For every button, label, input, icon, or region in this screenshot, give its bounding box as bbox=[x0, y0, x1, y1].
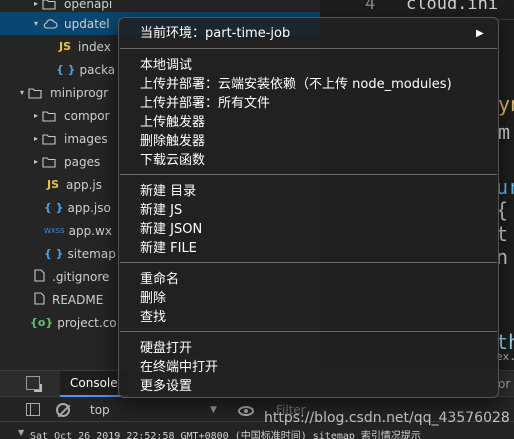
tree-item-label: app.jso bbox=[67, 200, 111, 215]
menu-separator bbox=[120, 174, 497, 175]
tree-item[interactable]: { } app.jso bbox=[0, 196, 111, 219]
tree-item[interactable]: { } sitemap bbox=[0, 242, 116, 265]
tree-item-label: app.js bbox=[66, 177, 102, 192]
tree-item-label: compor bbox=[64, 108, 110, 123]
tree-item[interactable]: JS index bbox=[0, 35, 111, 58]
cloud-folder-icon bbox=[42, 18, 60, 30]
chevron-down-icon[interactable]: ▼ bbox=[210, 405, 217, 415]
tree-item[interactable]: WXSS app.wx bbox=[0, 219, 112, 242]
json-file-icon: { } bbox=[56, 63, 76, 76]
devtools-window: ▸ openapi ▾ updatel JS index{ } packa ▾ miniprog… bbox=[0, 0, 514, 439]
menu-item[interactable]: 删除 bbox=[140, 289, 166, 308]
context-selector[interactable]: top bbox=[90, 403, 110, 417]
clear-console-icon[interactable] bbox=[56, 403, 70, 417]
tree-item-label: packa bbox=[79, 62, 116, 77]
menu-item[interactable]: 删除触发器 bbox=[140, 132, 205, 151]
tree-item[interactable]: ▾ miniprogr bbox=[0, 81, 108, 104]
folder-icon bbox=[42, 110, 60, 122]
submenu-arrow-icon: ▶ bbox=[476, 28, 484, 39]
chevron-right-icon[interactable]: ▸ bbox=[30, 111, 42, 120]
menu-item-current-env[interactable]: 当前环境：part-time-job bbox=[140, 24, 290, 43]
tree-item[interactable]: .gitignore bbox=[0, 265, 109, 288]
code-line: cloud.ini bbox=[406, 0, 499, 14]
tree-item[interactable]: JS app.js bbox=[0, 173, 102, 196]
chevron-down-icon[interactable]: ▾ bbox=[16, 88, 28, 97]
folder-icon bbox=[42, 156, 60, 168]
menu-separator bbox=[120, 48, 497, 49]
menu-item[interactable]: 上传并部署：所有文件 bbox=[140, 94, 270, 113]
tree-item-label: images bbox=[64, 131, 108, 146]
tree-item-label: index bbox=[78, 39, 111, 54]
tree-item[interactable]: README bbox=[0, 288, 103, 311]
json-file-icon: { } bbox=[44, 201, 64, 214]
js-file-icon: JS bbox=[46, 178, 59, 191]
inspect-icon[interactable] bbox=[26, 376, 42, 392]
tree-item-label: updatel bbox=[64, 16, 110, 31]
file-icon bbox=[30, 291, 48, 308]
menu-item[interactable]: 上传并部署：云端安装依赖（不上传 node_modules) bbox=[140, 75, 452, 94]
eye-icon[interactable] bbox=[238, 406, 254, 416]
gear-file-icon: {o} bbox=[30, 316, 54, 329]
menu-item[interactable]: 查找 bbox=[140, 308, 166, 327]
menu-item[interactable]: 上传触发器 bbox=[140, 113, 205, 132]
tree-item[interactable]: {o} project.co bbox=[0, 311, 117, 334]
tree-item[interactable]: ▸ compor bbox=[0, 104, 110, 127]
menu-item[interactable]: 新建 JS bbox=[140, 201, 182, 220]
file-icon bbox=[30, 268, 48, 285]
code-fragment: m bbox=[498, 120, 511, 144]
line-number: 4 bbox=[365, 0, 376, 14]
chevron-right-icon[interactable]: ▸ bbox=[30, 0, 42, 8]
code-fragment: ync bbox=[498, 92, 514, 116]
tree-item-label: .gitignore bbox=[52, 269, 110, 284]
wxss-file-icon: WXSS bbox=[44, 226, 65, 235]
tree-item-label: project.co bbox=[57, 315, 117, 330]
tree-item[interactable]: ▸ images bbox=[0, 127, 108, 150]
tree-item-label: sitemap bbox=[67, 246, 116, 261]
tree-item-label: miniprogr bbox=[50, 85, 109, 100]
menu-separator bbox=[120, 262, 497, 263]
chevron-right-icon[interactable]: ▸ bbox=[30, 157, 42, 166]
folder-icon bbox=[42, 133, 60, 145]
menu-separator bbox=[120, 331, 497, 332]
tab-overflow[interactable]: or bbox=[498, 377, 510, 391]
menu-item[interactable]: 硬盘打开 bbox=[140, 339, 192, 358]
tree-item[interactable]: ▸ pages bbox=[0, 150, 100, 173]
tree-item-label: openapi bbox=[64, 0, 113, 11]
tree-item-label: README bbox=[52, 292, 104, 307]
tree-item-label: app.wx bbox=[68, 223, 112, 238]
expand-log-icon[interactable]: ▼ bbox=[18, 428, 24, 437]
json-file-icon: { } bbox=[44, 247, 64, 260]
folder-icon bbox=[42, 0, 60, 10]
context-menu: 当前环境：part-time-job ▶ 本地调试 上传并部署：云端安装依赖（不上… bbox=[118, 17, 499, 398]
watermark: https://blog.csdn.net/qq_43576028 bbox=[264, 410, 510, 426]
menu-item[interactable]: 下载云函数 bbox=[140, 151, 205, 170]
tree-item-label: pages bbox=[64, 154, 101, 169]
tree-item[interactable]: { } packa bbox=[0, 58, 115, 81]
menu-item[interactable]: 重命名 bbox=[140, 270, 179, 289]
sidebar-toggle-icon[interactable] bbox=[26, 403, 40, 416]
menu-item[interactable]: 更多设置 bbox=[140, 377, 192, 396]
menu-item[interactable]: 新建 JSON bbox=[140, 220, 202, 239]
chevron-right-icon[interactable]: ▸ bbox=[30, 134, 42, 143]
menu-item[interactable]: 在终端中打开 bbox=[140, 358, 218, 377]
folder-icon bbox=[28, 87, 46, 99]
chevron-down-icon[interactable]: ▾ bbox=[30, 19, 42, 28]
menu-item[interactable]: 新建 目录 bbox=[140, 182, 196, 201]
js-file-icon: JS bbox=[58, 40, 71, 53]
menu-item[interactable]: 新建 FILE bbox=[140, 239, 197, 258]
console-log-line: Sat Oct 26 2019 22:52:58 GMT+0800 (中国标准时… bbox=[30, 431, 421, 439]
menu-item[interactable]: 本地调试 bbox=[140, 56, 192, 75]
